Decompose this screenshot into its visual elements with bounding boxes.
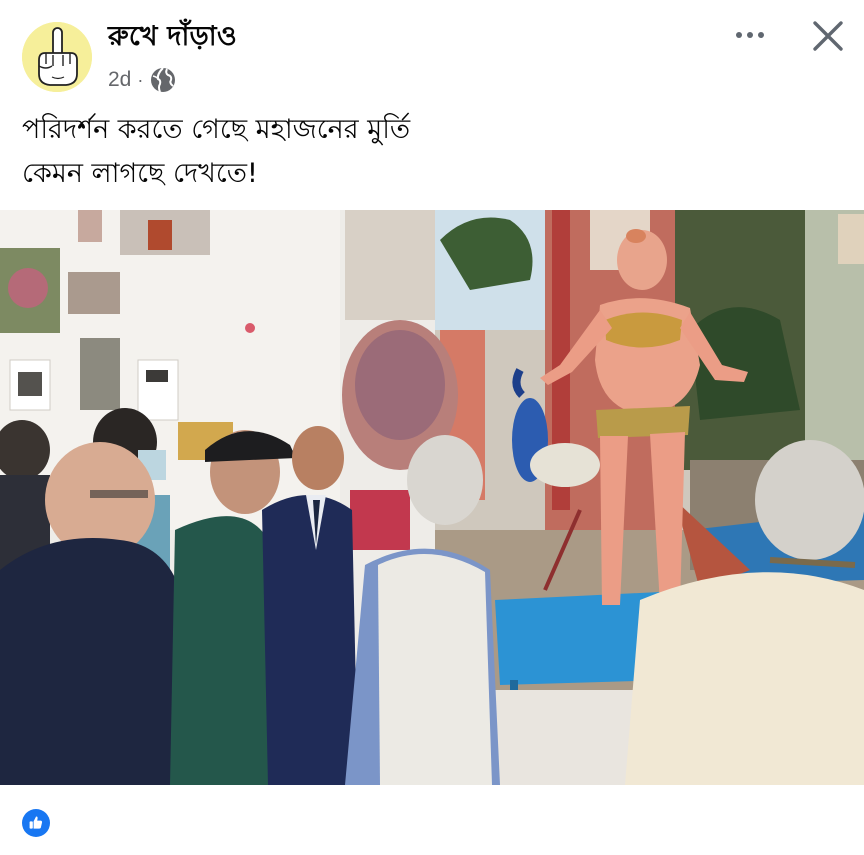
post-header: রুখে দাঁড়াও 2d · (0, 0, 864, 100)
close-icon[interactable] (806, 14, 850, 58)
post-photo-illustration (0, 210, 864, 785)
caption-line-2: কেমন লাগছে দেখতে! (22, 158, 258, 189)
globe-icon[interactable] (149, 66, 177, 94)
post-photo[interactable] (0, 210, 864, 785)
post-time[interactable]: 2d (108, 68, 131, 92)
meta-separator: · (137, 69, 144, 90)
caption-line-1: পরিদর্শন করতে গেছে মহাজনের মুর্তি (22, 114, 411, 145)
more-horizontal-icon (736, 32, 742, 38)
post-footer (0, 785, 864, 855)
thumbs-up-glyph (29, 816, 43, 829)
more-options-button[interactable] (728, 20, 772, 50)
post-caption: পরিদর্শন করতে গেছে মহাজনের মুর্তি কেমন ল… (22, 108, 842, 196)
page-name[interactable]: রুখে দাঁড়াও (108, 16, 237, 61)
page-avatar[interactable] (22, 22, 92, 92)
post-meta: 2d · (108, 64, 177, 96)
middle-finger-hand-icon (22, 22, 92, 92)
like-thumbs-up-icon[interactable] (22, 809, 50, 837)
